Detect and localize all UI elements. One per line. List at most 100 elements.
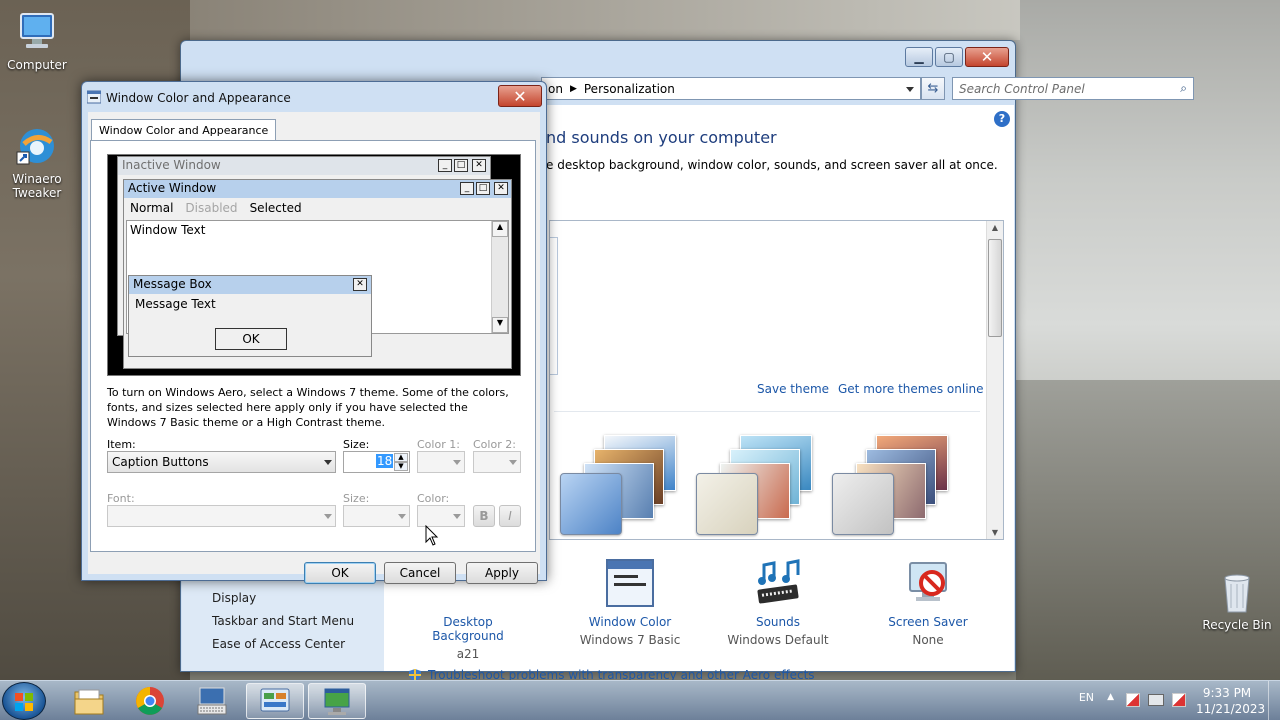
setting-value: a21	[456, 647, 480, 661]
preview-ok-button: OK	[215, 328, 287, 350]
search-input[interactable]: Search Control Panel ⌕	[952, 77, 1194, 100]
language-indicator[interactable]: EN	[1079, 691, 1094, 704]
theme-landscapes[interactable]	[832, 435, 948, 535]
preview-window-text: Window Text	[130, 223, 206, 237]
window-controls: ▁ ▢ ✕	[905, 47, 1009, 67]
scroll-thumb[interactable]	[988, 239, 1002, 337]
setting-sounds[interactable]: Sounds Windows Default	[718, 559, 838, 647]
desktop-icon-computer[interactable]: Computer	[0, 10, 74, 72]
close-button[interactable]: ✕	[965, 47, 1009, 67]
clock[interactable]: 9:33 PM 11/21/2023	[1196, 685, 1265, 717]
size-spinner[interactable]: 18 ▲ ▼	[343, 451, 410, 473]
appearance-preview[interactable]: Inactive Window _ □ ✕ Active Window _ □ …	[107, 154, 521, 376]
setting-name[interactable]: Desktop Background	[408, 615, 528, 643]
get-more-themes-link[interactable]: Get more themes online	[838, 382, 984, 396]
taskbar-chrome[interactable]	[122, 683, 180, 719]
breadcrumb-personalization[interactable]: Personalization	[584, 82, 675, 96]
color1-picker[interactable]	[417, 451, 465, 473]
address-bar[interactable]: on ▶ Personalization	[541, 77, 921, 100]
chrome-icon	[136, 687, 164, 715]
preview-minimize-icon: _	[460, 182, 474, 195]
tab-window-color[interactable]: Window Color and Appearance	[91, 119, 277, 141]
font-select[interactable]	[107, 505, 336, 527]
bold-button[interactable]: B	[473, 505, 495, 527]
dialog-app-icon	[87, 90, 101, 104]
dialog-close-button[interactable]: ✕	[498, 85, 542, 107]
preview-close-icon: ✕	[353, 278, 367, 291]
save-theme-link[interactable]: Save theme	[757, 382, 829, 396]
sounds-icon	[754, 559, 802, 607]
chevron-down-icon	[453, 460, 461, 465]
search-placeholder: Search Control Panel	[959, 81, 1085, 96]
search-icon[interactable]: ⌕	[1180, 81, 1187, 96]
theme-architecture[interactable]	[560, 435, 676, 535]
divider	[554, 411, 980, 412]
setting-value: Windows 7 Basic	[579, 633, 681, 647]
tray-overflow-icon[interactable]: ▲	[1107, 692, 1114, 702]
font-size-select[interactable]	[343, 505, 410, 527]
desktop-icon-recycle-bin[interactable]: Recycle Bin	[1200, 570, 1274, 632]
help-icon[interactable]: ?	[994, 111, 1010, 127]
page-subheading: e desktop background, window color, soun…	[546, 158, 998, 172]
font-label: Font:	[107, 492, 135, 505]
preview-maximize-icon: □	[454, 159, 468, 172]
theme-list-scrollbar[interactable]: ▲ ▼	[986, 221, 1003, 539]
desktop-icon-winaero[interactable]: Winaero Tweaker	[0, 124, 74, 200]
dialog-title: Window Color and Appearance	[106, 91, 291, 105]
color1-label: Color 1:	[417, 438, 460, 451]
show-desktop-button[interactable]	[1268, 681, 1280, 720]
preview-message-text: Message Text	[135, 297, 216, 311]
minimize-button[interactable]: ▁	[905, 47, 933, 67]
spin-down-icon[interactable]: ▼	[394, 462, 408, 471]
taskbar-control-panel[interactable]	[246, 683, 304, 719]
start-button[interactable]	[2, 682, 46, 720]
setting-name[interactable]: Window Color	[570, 615, 690, 629]
chevron-down-icon	[453, 514, 461, 519]
sidebar-link-display[interactable]: Display	[212, 587, 354, 610]
apply-button[interactable]: Apply	[466, 562, 538, 584]
refresh-button[interactable]: ⇆	[921, 77, 945, 100]
preview-message-box[interactable]: Message Box ✕ Message Text OK	[128, 275, 372, 357]
color2-picker[interactable]	[473, 451, 521, 473]
preview-menu-disabled: Disabled	[185, 201, 238, 215]
preview-menu-selected: Selected	[249, 201, 302, 215]
italic-button[interactable]: I	[499, 505, 521, 527]
taskbar-window-color[interactable]	[308, 683, 366, 719]
volume-icon[interactable]	[1172, 693, 1186, 707]
preview-scrollbar: ▲ ▼	[491, 221, 508, 333]
sidebar-link-ease-of-access[interactable]: Ease of Access Center	[212, 633, 354, 656]
cancel-button[interactable]: Cancel	[384, 562, 456, 584]
address-dropdown-icon[interactable]	[906, 87, 914, 92]
sidebar-link-taskbar[interactable]: Taskbar and Start Menu	[212, 610, 354, 633]
wallpaper-top	[190, 0, 1020, 40]
setting-name[interactable]: Sounds	[718, 615, 838, 629]
size-label: Size:	[343, 438, 370, 451]
window-color-icon	[606, 559, 654, 607]
taskbar-explorer[interactable]	[60, 683, 118, 719]
chevron-down-icon	[509, 460, 517, 465]
spin-up-icon[interactable]: ▲	[394, 453, 408, 462]
desktop-icon-label: Computer	[7, 58, 67, 72]
scroll-down-icon[interactable]: ▼	[987, 528, 1003, 537]
font-color-label: Color:	[417, 492, 450, 505]
theme-list[interactable]: Save theme Get more themes online ▲ ▼	[549, 220, 1004, 540]
action-center-icon[interactable]	[1126, 693, 1140, 707]
setting-window-color[interactable]: Window Color Windows 7 Basic	[570, 559, 690, 647]
color2-label: Color 2:	[473, 438, 516, 451]
theme-characters[interactable]	[696, 435, 812, 535]
ok-button[interactable]: OK	[304, 562, 376, 584]
network-icon[interactable]	[1148, 694, 1164, 706]
windows-logo-icon	[15, 693, 33, 711]
breadcrumb-separator-icon: ▶	[569, 83, 577, 94]
breadcrumb-prefix: on	[548, 81, 563, 96]
scroll-up-icon[interactable]: ▲	[987, 221, 1003, 235]
size-value[interactable]: 18	[376, 454, 394, 468]
item-select[interactable]: Caption Buttons	[107, 451, 336, 473]
winaero-tweaker-icon	[15, 124, 59, 168]
setting-screen-saver[interactable]: Screen Saver None	[868, 559, 988, 647]
setting-name[interactable]: Screen Saver	[868, 615, 988, 629]
maximize-button[interactable]: ▢	[935, 47, 963, 67]
taskbar-keyboard[interactable]	[184, 683, 242, 719]
wallpaper-right	[1016, 380, 1280, 690]
font-color-picker[interactable]	[417, 505, 465, 527]
